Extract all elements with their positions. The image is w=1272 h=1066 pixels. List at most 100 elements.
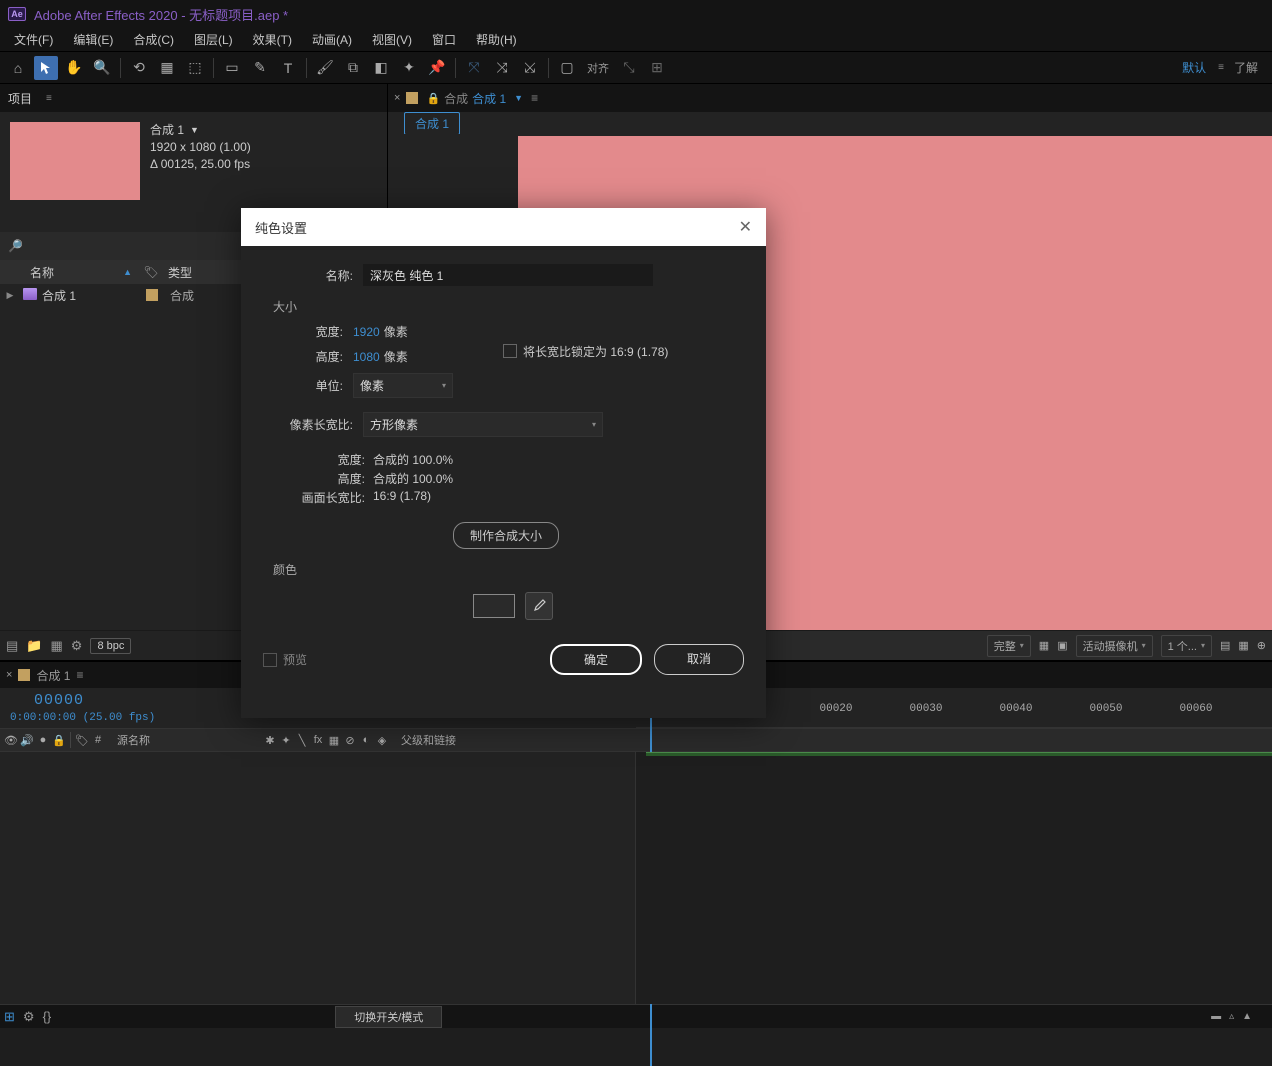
dialog-close-icon[interactable]: ✕ bbox=[739, 217, 752, 237]
twirl-icon[interactable]: ▶ bbox=[0, 290, 20, 301]
sort-arrow-icon[interactable]: ▲ bbox=[123, 267, 132, 277]
project-tab[interactable]: 项目 bbox=[8, 90, 32, 107]
switch-frame-blend-icon[interactable]: ▦ bbox=[327, 734, 341, 747]
zoom-in-icon[interactable]: ▲ bbox=[1242, 1011, 1252, 1022]
switch-3d-icon[interactable]: ◈ bbox=[375, 734, 389, 747]
switch-adjustment-icon[interactable]: ◐ bbox=[359, 734, 373, 747]
switch-effects-icon[interactable]: fx bbox=[311, 734, 325, 747]
local-axis-icon[interactable]: ⤧ bbox=[462, 56, 486, 80]
interpret-footage-icon[interactable]: ▤ bbox=[6, 638, 18, 654]
switch-motion-blur-icon[interactable]: ⊘ bbox=[343, 734, 357, 747]
col-parent[interactable]: 父级和链接 bbox=[393, 732, 503, 748]
pen-tool-icon[interactable]: ✎ bbox=[248, 56, 272, 80]
work-area-bar[interactable] bbox=[646, 752, 1272, 756]
menu-effect[interactable]: 效果(T) bbox=[243, 31, 302, 48]
zoom-tool-icon[interactable]: 🔍 bbox=[90, 56, 114, 80]
timeline-track-area[interactable] bbox=[636, 752, 1272, 1004]
current-time-display[interactable]: 00000 bbox=[34, 692, 84, 709]
workspace-learn[interactable]: 了解 bbox=[1234, 59, 1258, 76]
mask-toggle-icon[interactable]: ▣ bbox=[1057, 639, 1067, 652]
tl-toggle-switches-icon[interactable]: ⊞ bbox=[4, 1009, 15, 1025]
timeline-menu-icon[interactable]: ≡ bbox=[76, 668, 83, 682]
timeline-close-icon[interactable]: × bbox=[6, 669, 12, 681]
preview-checkbox-group[interactable]: 预览 bbox=[263, 651, 307, 668]
label-swatch[interactable] bbox=[146, 289, 158, 301]
brush-tool-icon[interactable]: 🖌 bbox=[313, 56, 337, 80]
menu-animation[interactable]: 动画(A) bbox=[302, 31, 362, 48]
col-solo-icon[interactable]: ● bbox=[36, 734, 50, 747]
make-comp-size-button[interactable]: 制作合成大小 bbox=[453, 522, 559, 549]
project-item-name[interactable]: 合成 1 bbox=[40, 287, 140, 304]
zoom-out-icon[interactable]: ▬ bbox=[1211, 1011, 1221, 1022]
col-label-icon[interactable]: 🏷 bbox=[75, 734, 89, 747]
snap-icon[interactable]: ▢ bbox=[555, 56, 579, 80]
rectangle-tool-icon[interactable]: ▭ bbox=[220, 56, 244, 80]
new-comp-icon[interactable]: ▦ bbox=[50, 638, 62, 654]
view-count-dropdown[interactable]: 1 个...▾ bbox=[1161, 635, 1212, 657]
viewer-option-icon-2[interactable]: ▦ bbox=[1238, 639, 1248, 652]
switch-collapse-icon[interactable]: ✦ bbox=[279, 734, 293, 747]
tl-brackets-icon[interactable]: {} bbox=[43, 1009, 52, 1024]
col-visibility-icon[interactable]: 👁 bbox=[4, 734, 18, 747]
zoom-slider-icon[interactable]: ▵ bbox=[1229, 1011, 1234, 1022]
switch-shy-icon[interactable]: ✱ bbox=[263, 734, 277, 747]
hand-tool-icon[interactable]: ✋ bbox=[62, 56, 86, 80]
roto-tool-icon[interactable]: ✦ bbox=[397, 56, 421, 80]
units-select[interactable]: 像素▾ bbox=[353, 373, 453, 398]
width-value[interactable]: 1920 bbox=[353, 325, 380, 339]
workspace-default[interactable]: 默认 bbox=[1182, 59, 1206, 76]
eraser-tool-icon[interactable]: ◧ bbox=[369, 56, 393, 80]
col-lock-icon[interactable]: 🔒 bbox=[52, 734, 66, 747]
viewer-option-icon-1[interactable]: ▤ bbox=[1220, 639, 1230, 652]
viewer-menu-icon[interactable]: ≡ bbox=[531, 91, 538, 105]
menu-composition[interactable]: 合成(C) bbox=[123, 31, 184, 48]
preview-checkbox[interactable] bbox=[263, 653, 277, 667]
par-select[interactable]: 方形像素▾ bbox=[363, 412, 603, 437]
snap-ext-icon[interactable]: ⤡ bbox=[617, 56, 641, 80]
ok-button[interactable]: 确定 bbox=[550, 644, 642, 675]
timeline-tab-name[interactable]: 合成 1 bbox=[36, 667, 70, 684]
new-folder-icon[interactable]: 📁 bbox=[26, 638, 42, 654]
puppet-tool-icon[interactable]: 📌 bbox=[425, 56, 449, 80]
color-swatch[interactable] bbox=[473, 594, 515, 618]
viewer-breadcrumb-dropdown-icon[interactable]: ▼ bbox=[514, 93, 523, 103]
viewer-lock-icon[interactable]: 🔒 bbox=[426, 92, 440, 105]
col-name-header[interactable]: 名称 bbox=[30, 264, 54, 281]
home-tool-icon[interactable]: ⌂ bbox=[6, 56, 30, 80]
camera-tool-icon[interactable]: ▦ bbox=[155, 56, 179, 80]
name-input[interactable] bbox=[363, 264, 653, 286]
menu-window[interactable]: 窗口 bbox=[422, 31, 466, 48]
camera-dropdown[interactable]: 活动摄像机▾ bbox=[1076, 635, 1153, 657]
pan-behind-tool-icon[interactable]: ⬚ bbox=[183, 56, 207, 80]
selection-tool-icon[interactable] bbox=[34, 56, 58, 80]
timeline-layer-list[interactable] bbox=[0, 752, 636, 1004]
viewer-close-icon[interactable]: × bbox=[394, 92, 400, 104]
cancel-button[interactable]: 取消 bbox=[654, 644, 744, 675]
project-settings-icon[interactable]: ⚙ bbox=[71, 638, 83, 654]
orbit-tool-icon[interactable]: ⟲ bbox=[127, 56, 151, 80]
workspace-menu-icon[interactable]: ≡ bbox=[1218, 62, 1224, 73]
clone-tool-icon[interactable]: ⧉ bbox=[341, 56, 365, 80]
menu-view[interactable]: 视图(V) bbox=[362, 31, 422, 48]
col-tag-header-icon[interactable]: 🏷 bbox=[140, 265, 162, 279]
transparency-grid-icon[interactable]: ▦ bbox=[1039, 639, 1049, 652]
menu-file[interactable]: 文件(F) bbox=[4, 31, 63, 48]
viewer-breadcrumb-name[interactable]: 合成 1 bbox=[472, 90, 506, 107]
viewer-option-icon-3[interactable]: ⊕ bbox=[1257, 639, 1266, 652]
height-value[interactable]: 1080 bbox=[353, 350, 380, 364]
toggle-switches-modes-button[interactable]: 切换开关/模式 bbox=[335, 1006, 442, 1028]
col-source-name[interactable]: 源名称 bbox=[109, 732, 259, 748]
col-index-icon[interactable]: # bbox=[91, 734, 105, 747]
menu-edit[interactable]: 编辑(E) bbox=[63, 31, 123, 48]
menu-help[interactable]: 帮助(H) bbox=[466, 31, 527, 48]
resolution-dropdown[interactable]: 完整▾ bbox=[987, 635, 1031, 657]
menu-layer[interactable]: 图层(L) bbox=[184, 31, 243, 48]
tl-render-icon[interactable]: ⚙ bbox=[23, 1009, 35, 1025]
switch-quality-icon[interactable]: ╲ bbox=[295, 734, 309, 747]
viewer-subtab[interactable]: 合成 1 bbox=[404, 112, 460, 135]
world-axis-icon[interactable]: ⤨ bbox=[490, 56, 514, 80]
bpc-button[interactable]: 8 bpc bbox=[90, 638, 131, 654]
snap-edge-icon[interactable]: ⊞ bbox=[645, 56, 669, 80]
comp-thumbnail[interactable] bbox=[10, 122, 140, 200]
type-tool-icon[interactable]: T bbox=[276, 56, 300, 80]
